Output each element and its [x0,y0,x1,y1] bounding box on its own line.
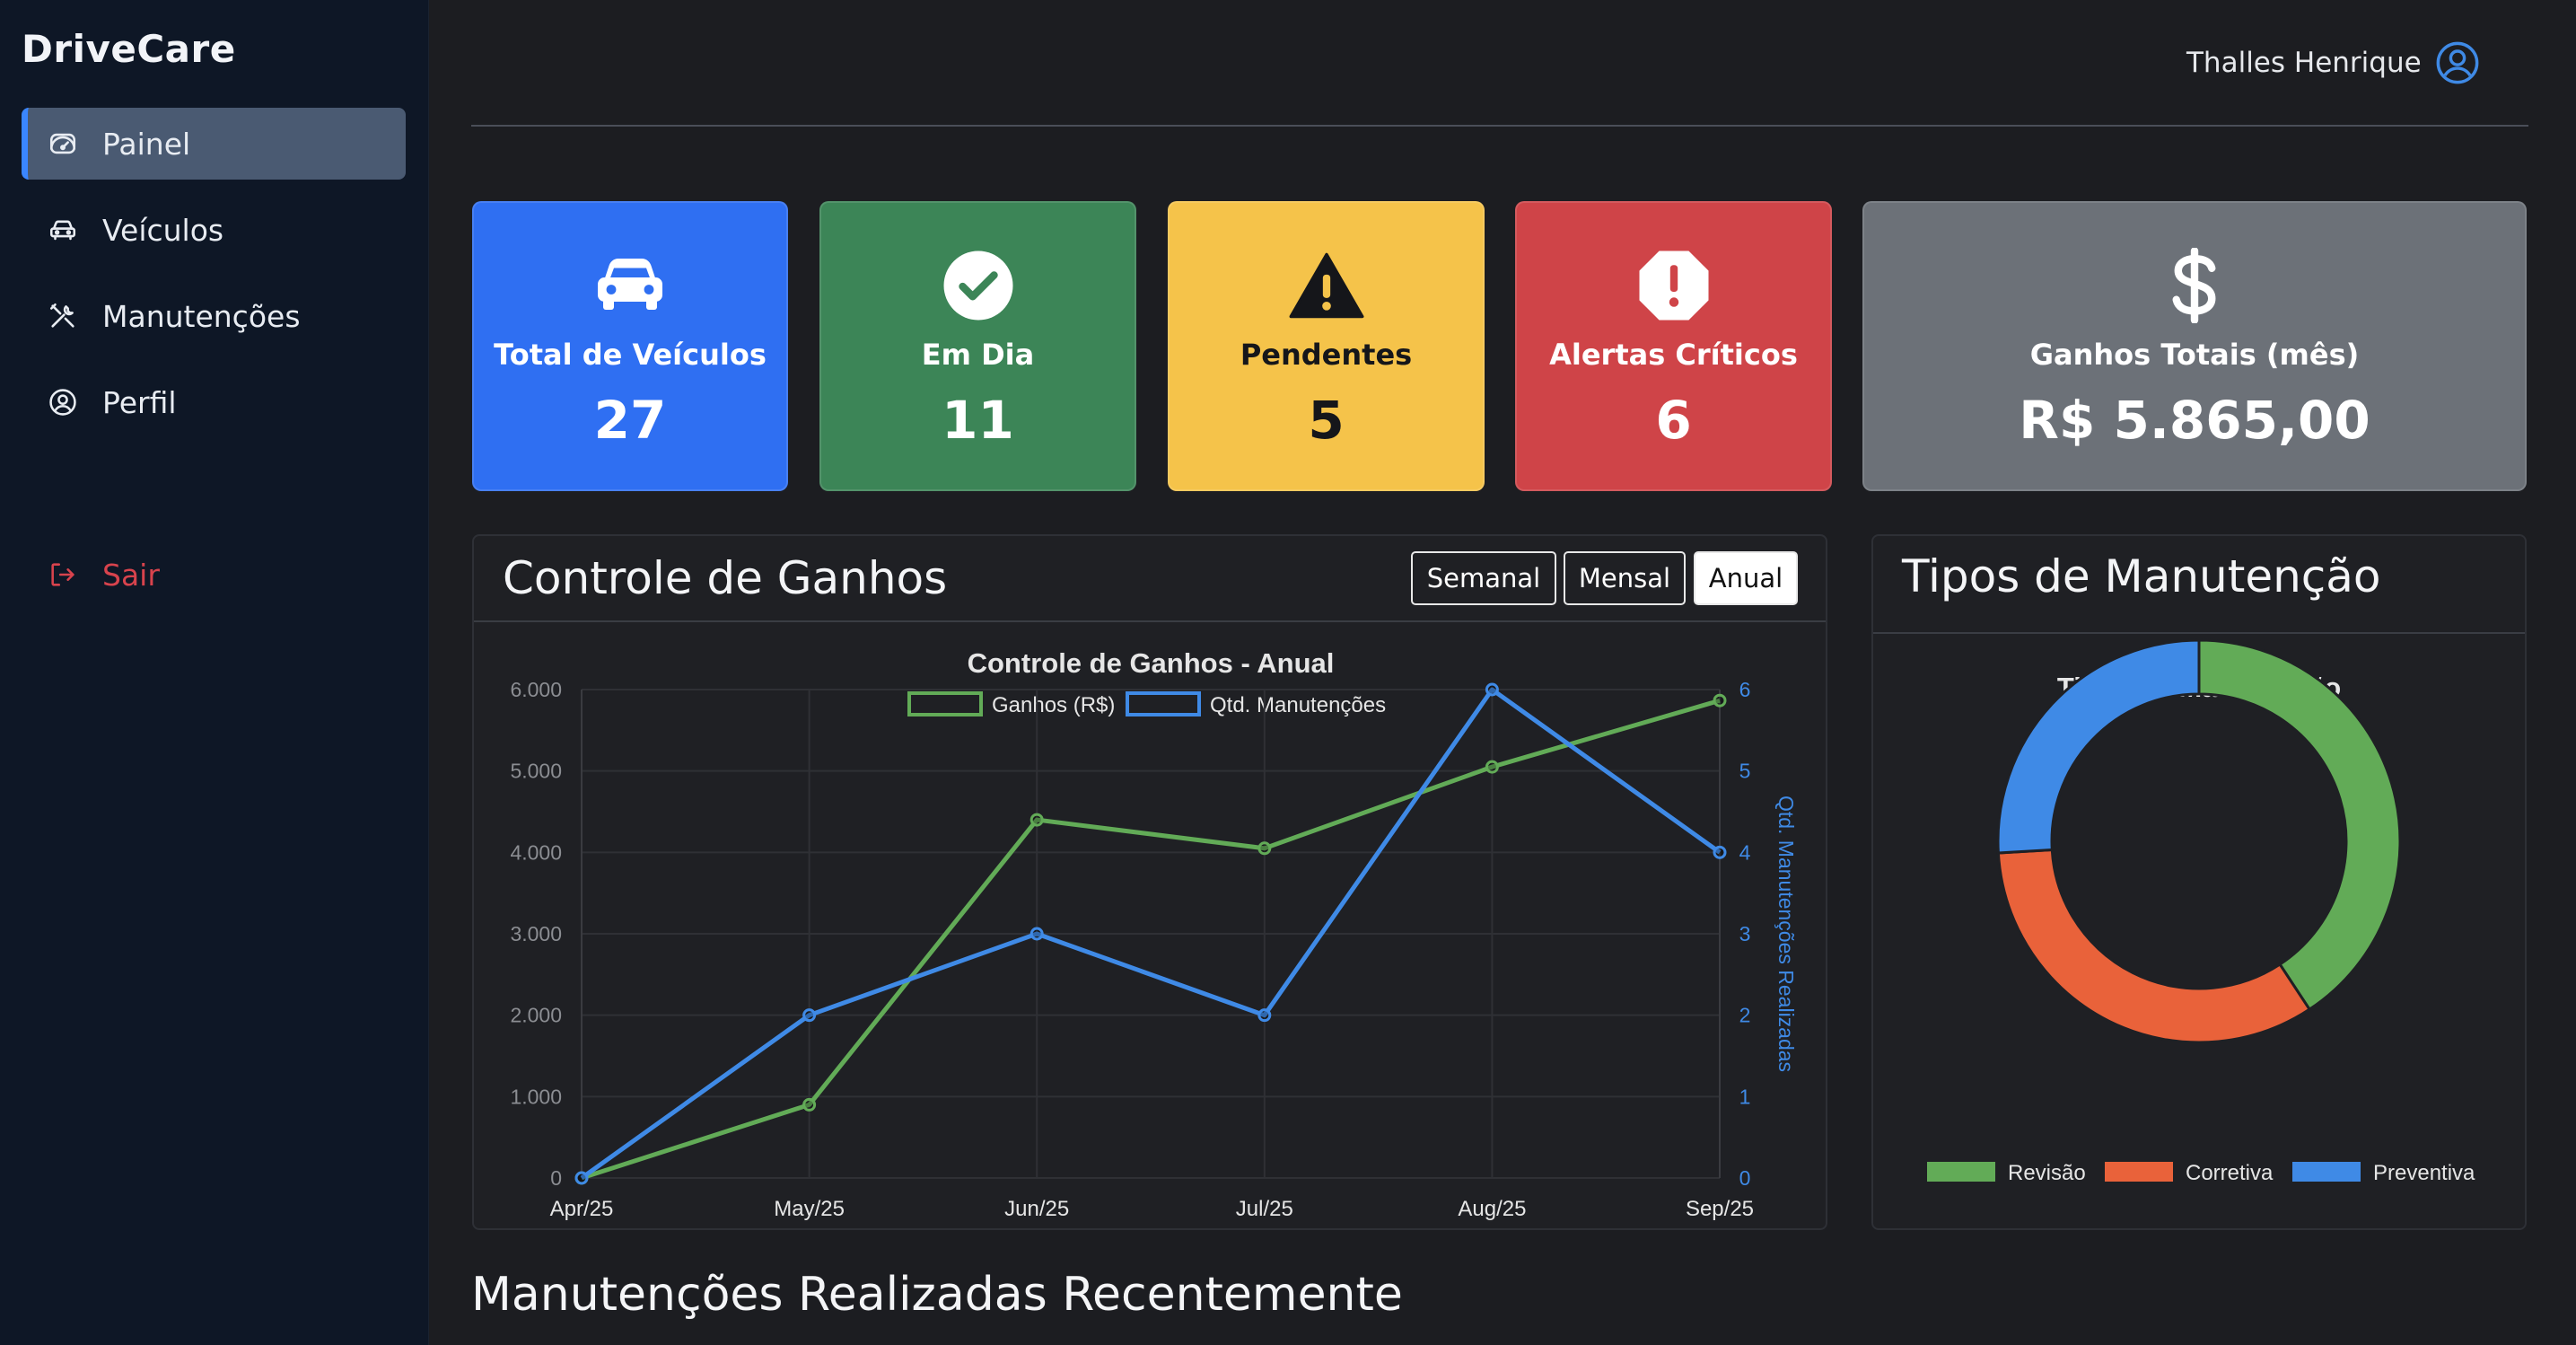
stat-card-ganhos-totais[interactable]: Ganhos Totais (mês) R$ 5.865,00 [1862,201,2527,491]
stat-title: Pendentes [1240,338,1413,372]
data-point [1257,1008,1272,1023]
data-point [1713,845,1727,859]
data-point [1713,693,1727,708]
stat-value: R$ 5.865,00 [2019,390,2370,451]
donut-slice [2197,638,2402,1012]
user-name[interactable]: Thalles Henrique [2186,47,2422,79]
x-tick-label: Jun/25 [1004,1197,1069,1221]
data-point [1485,760,1499,774]
logout-button[interactable]: Sair [22,539,406,611]
logout-label: Sair [102,557,160,593]
filter-anual-button[interactable]: Anual [1694,551,1798,605]
data-point [802,1008,817,1023]
x-tick-label: Jul/25 [1236,1197,1293,1221]
user-circle-icon [45,384,81,420]
stat-title: Ganhos Totais (mês) [2029,338,2360,372]
sidebar: DriveCare Painel Veículos Manutenções Pe… [0,0,429,1345]
legend-swatch [2105,1162,2173,1182]
stat-title: Total de Veículos [494,338,767,372]
dollar-icon [2155,246,2234,325]
y-left-tick-label: 3.000 [510,922,562,945]
legend-label: Preventiva [2373,1161,2475,1185]
series-line [581,698,1721,1181]
legend-swatch [2292,1162,2361,1182]
legend-label: Corretiva [2186,1161,2274,1185]
user-circle-icon[interactable] [2434,40,2481,86]
y-right-tick-label: 5 [1739,760,1751,783]
x-tick-label: Apr/25 [550,1197,614,1221]
brand-logo[interactable]: DriveCare [22,27,236,71]
data-point [1030,927,1044,941]
stat-title: Em Dia [921,338,1035,372]
stat-card-em-dia[interactable]: Em Dia 11 [819,201,1136,491]
stat-value: 5 [1308,390,1345,451]
app-root: DriveCare Painel Veículos Manutenções Pe… [0,0,2576,1345]
donut-slice [1996,848,2312,1044]
filter-semanal-button[interactable]: Semanal [1411,551,1556,605]
earnings-panel: Controle de Ganhos Semanal Mensal Anual … [472,534,1827,1230]
car-icon [45,212,81,248]
y-right-axis-title: Qtd. Manutenções Realizadas [1774,796,1798,1072]
y-right-tick-label: 6 [1739,678,1751,701]
y-left-tick-label: 0 [550,1166,562,1190]
maintenance-donut-chart: Tipos de ManutençãoRevisãoCorretivaPreve… [1927,638,2475,1185]
stat-card-total-veiculos[interactable]: Total de Veículos 27 [472,201,788,491]
y-left-tick-label: 4.000 [510,840,562,864]
sidebar-item-veiculos[interactable]: Veículos [22,194,406,266]
panel-title: Controle de Ganhos [503,552,948,604]
legend-label: Qtd. Manutenções [1210,693,1386,717]
legend-swatch [1126,691,1201,716]
chart-title: Controle de Ganhos - Anual [968,647,1335,679]
sidebar-item-perfil[interactable]: Perfil [22,366,406,438]
y-left-tick-label: 2.000 [510,1004,562,1027]
logout-icon [45,557,81,593]
sidebar-item-label: Manutenções [102,298,301,334]
sidebar-item-label: Veículos [102,212,224,248]
y-left-tick-label: 1.000 [510,1085,562,1108]
stat-value: 11 [942,390,1014,451]
maintenance-types-panel: Tipos de Manutenção Tipos de ManutençãoR… [1871,534,2527,1230]
sidebar-item-label: Painel [102,126,191,162]
y-right-tick-label: 4 [1739,840,1751,864]
car-icon [591,246,670,325]
tools-icon [45,298,81,334]
y-right-tick-label: 3 [1739,922,1751,945]
y-right-tick-label: 1 [1739,1085,1751,1108]
legend-label: Revisão [2008,1161,2086,1185]
warning-triangle-icon [1287,246,1366,325]
y-right-tick-label: 0 [1739,1166,1751,1190]
sidebar-item-label: Perfil [102,384,177,420]
legend-swatch [1927,1162,1995,1182]
header-divider [471,125,2528,127]
y-left-tick-label: 6.000 [510,678,562,701]
stat-card-alertas-criticos[interactable]: Alertas Críticos 6 [1515,201,1832,491]
x-tick-label: May/25 [774,1197,845,1221]
panel-title: Tipos de Manutenção [1902,550,2381,602]
data-point [574,1171,589,1185]
y-right-tick-label: 2 [1739,1004,1751,1027]
data-point [802,1097,817,1112]
x-tick-label: Aug/25 [1458,1197,1526,1221]
legend-swatch [907,691,983,716]
sidebar-item-painel[interactable]: Painel [22,108,406,180]
x-tick-label: Sep/25 [1686,1197,1754,1221]
check-circle-icon [939,246,1018,325]
legend-label: Ganhos (R$) [992,693,1115,717]
data-point [1485,682,1499,697]
y-left-tick-label: 5.000 [510,760,562,783]
filter-mensal-button[interactable]: Mensal [1564,551,1686,605]
sidebar-item-manutencoes[interactable]: Manutenções [22,280,406,352]
stat-value: 27 [593,390,667,451]
alert-octagon-icon [1634,246,1713,325]
stat-value: 6 [1655,390,1692,451]
stat-card-pendentes[interactable]: Pendentes 5 [1168,201,1485,491]
earnings-line-chart: Controle de Ganhos - Anual Ganhos (R$) Qtd… [510,647,1798,1221]
data-point [1257,841,1272,856]
stat-title: Alertas Críticos [1549,338,1798,372]
data-point [1030,813,1044,827]
gauge-icon [45,126,81,162]
recent-maintenance-heading: Manutenções Realizadas Recentemente [471,1268,1403,1322]
donut-slice [1996,638,2201,855]
